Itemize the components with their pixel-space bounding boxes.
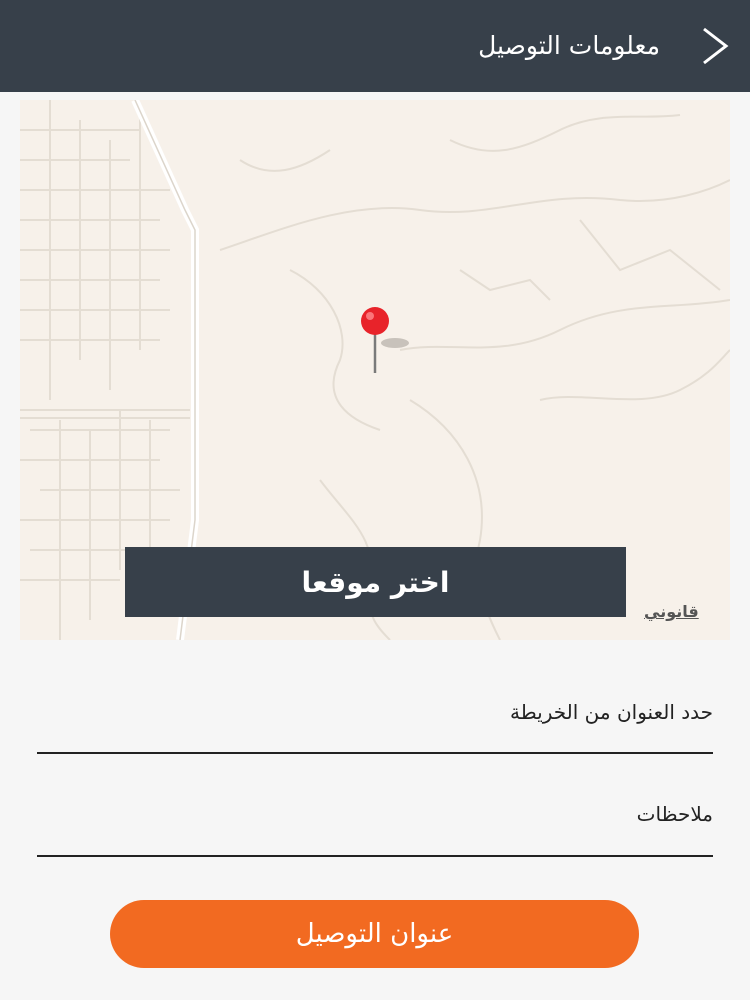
address-field-label: حدد العنوان من الخريطة xyxy=(510,700,713,724)
page-title: معلومات التوصيل xyxy=(478,31,660,60)
chevron-right-icon[interactable] xyxy=(696,26,736,66)
map-pin-icon[interactable] xyxy=(355,305,425,377)
legal-link[interactable]: قانوني xyxy=(644,602,699,621)
address-field[interactable]: حدد العنوان من الخريطة xyxy=(37,690,713,754)
notes-field[interactable]: ملاحظات xyxy=(37,795,713,857)
app-header: معلومات التوصيل xyxy=(0,0,750,92)
delivery-address-button[interactable]: عنوان التوصيل xyxy=(110,900,639,968)
pick-location-button[interactable]: اختر موقعا xyxy=(125,547,626,617)
map-view[interactable]: اختر موقعا قانوني xyxy=(20,100,730,640)
notes-field-label: ملاحظات xyxy=(636,802,713,826)
